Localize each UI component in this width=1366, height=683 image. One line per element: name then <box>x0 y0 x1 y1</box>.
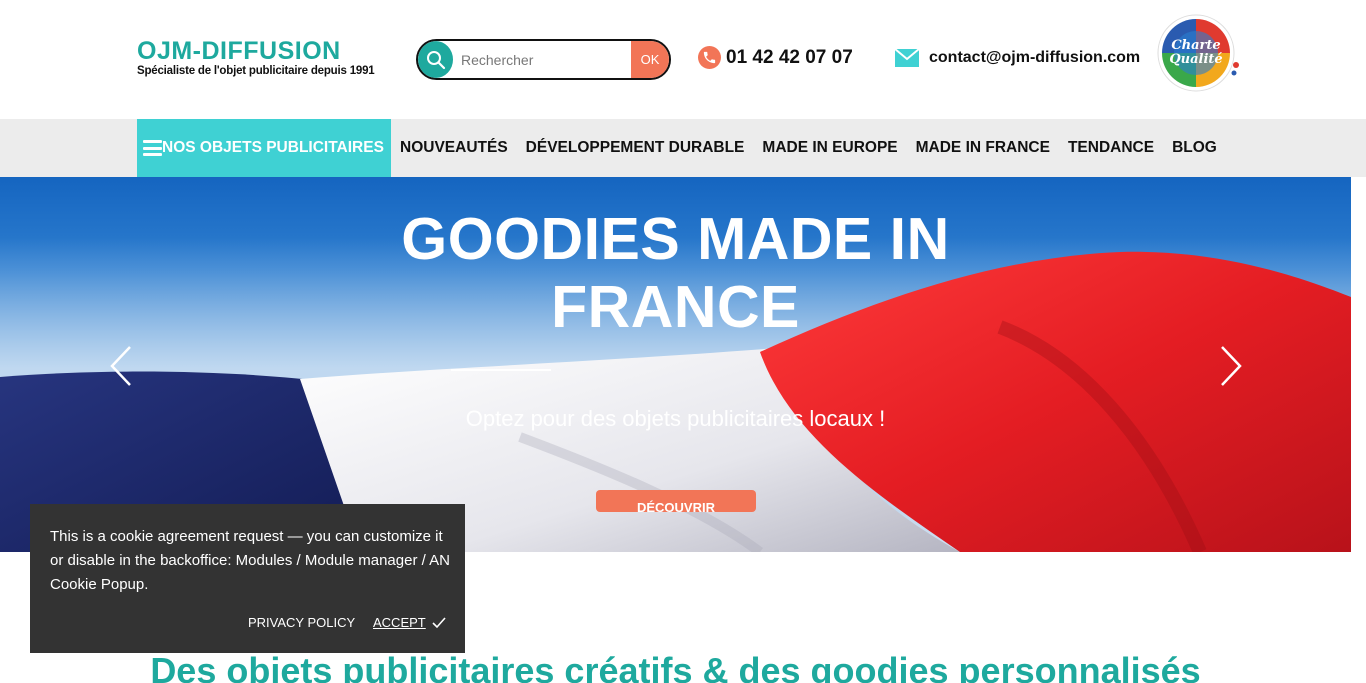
privacy-policy-link[interactable]: PRIVACY POLICY <box>248 615 355 630</box>
nav-products-label: NOS OBJETS PUBLICITAIRES <box>162 139 384 156</box>
site-logo[interactable]: OJM-DIFFUSION Spécialiste de l'objet pub… <box>137 37 375 77</box>
badge-text-qualite: Qualité <box>1169 52 1222 67</box>
check-icon <box>432 616 446 628</box>
mail-icon <box>895 49 919 67</box>
hero-divider <box>451 369 551 371</box>
cookie-popup: This is a cookie agreement request — you… <box>30 504 465 653</box>
search-bar: OK <box>416 39 671 80</box>
chevron-left-icon[interactable] <box>109 345 133 387</box>
nav-item-made-in-france[interactable]: MADE IN FRANCE <box>916 139 1050 157</box>
nav-item-tendance[interactable]: TENDANCE <box>1068 139 1154 157</box>
phone-contact[interactable]: 01 42 42 07 07 <box>698 46 853 69</box>
search-submit-button[interactable]: OK <box>631 41 669 78</box>
logo-subtitle: Spécialiste de l'objet publicitaire depu… <box>137 65 375 77</box>
charte-qualite-badge: Charte Qualité <box>1157 14 1239 92</box>
nav-item-blog[interactable]: BLOG <box>1172 139 1217 157</box>
nav-item-developpement-durable[interactable]: DÉVELOPPEMENT DURABLE <box>526 139 745 157</box>
accept-label: ACCEPT <box>373 615 426 630</box>
hero-slider: GOODIES MADE IN FRANCE Optez pour des ob… <box>0 177 1351 552</box>
nav-items: NOUVEAUTÉS DÉVELOPPEMENT DURABLE MADE IN… <box>400 119 1235 177</box>
logo-title: OJM-DIFFUSION <box>137 37 341 65</box>
email-address: contact@ojm-diffusion.com <box>929 49 1141 66</box>
phone-number: 01 42 42 07 07 <box>726 46 853 68</box>
email-contact[interactable]: contact@ojm-diffusion.com <box>895 49 1140 67</box>
hamburger-menu-icon <box>143 140 162 156</box>
chevron-right-icon[interactable] <box>1219 345 1243 387</box>
phone-icon <box>698 46 721 69</box>
main-navigation: NOS OBJETS PUBLICITAIRES NOUVEAUTÉS DÉVE… <box>0 119 1366 177</box>
accept-cookies-button[interactable]: ACCEPT <box>373 615 446 630</box>
nav-item-nouveautes[interactable]: NOUVEAUTÉS <box>400 139 508 157</box>
badge-text-charte: Charte <box>1171 38 1220 53</box>
cookie-message: This is a cookie agreement request — you… <box>50 528 450 593</box>
hero-title-line2: FRANCE <box>551 274 800 340</box>
hero-title: GOODIES MADE IN FRANCE <box>0 205 1351 341</box>
hero-title-line1: GOODIES MADE IN <box>401 206 950 272</box>
search-input[interactable] <box>461 49 631 71</box>
search-icon[interactable] <box>418 41 453 78</box>
section-title: Des objets publicitaires créatifs & des … <box>150 650 1201 683</box>
site-header: OJM-DIFFUSION Spécialiste de l'objet pub… <box>0 0 1366 119</box>
nav-item-made-in-europe[interactable]: MADE IN EUROPE <box>762 139 897 157</box>
hero-subtitle: Optez pour des objets publicitaires loca… <box>465 406 886 431</box>
nav-products-menu[interactable]: NOS OBJETS PUBLICITAIRES <box>137 119 391 177</box>
discover-button[interactable]: DÉCOUVRIR <box>596 490 756 512</box>
